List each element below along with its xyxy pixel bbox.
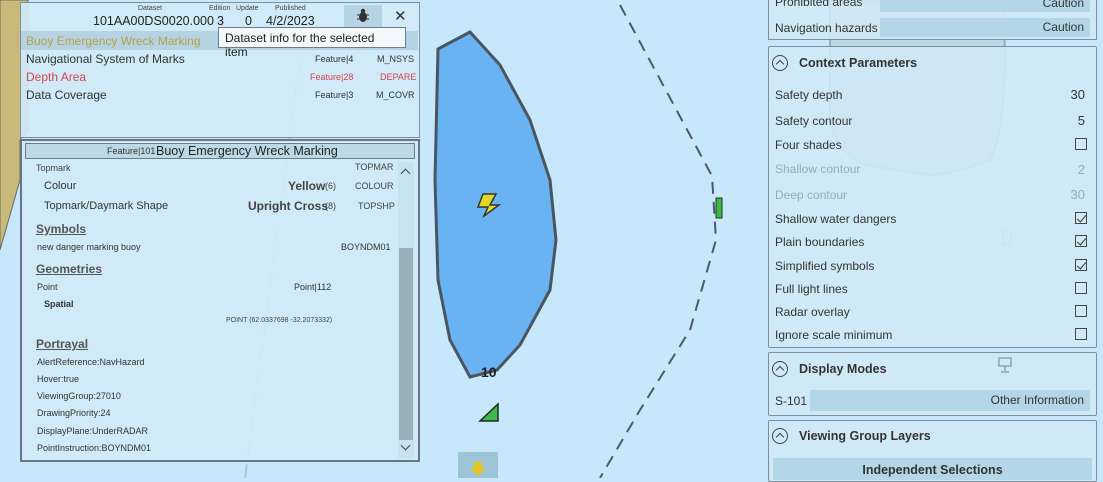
simplified-symbols-checkbox[interactable]: [1075, 259, 1087, 271]
safety-contour-label: Safety contour: [775, 114, 853, 128]
published-value: 4/2/2023: [266, 14, 315, 28]
feature-list-item-code: DEPARE: [380, 72, 417, 82]
navigation-hazards-select[interactable]: Caution: [880, 18, 1090, 37]
symbols-heading: Symbols: [36, 222, 87, 236]
scrollbar-thumb[interactable]: [399, 248, 413, 440]
topmark-label: Topmark: [36, 163, 71, 173]
light-marker: [715, 197, 723, 219]
navigation-hazards-value: Caution: [1042, 20, 1084, 34]
prohibited-areas-label: Prohibited areas: [775, 0, 863, 9]
display-modes-title: Display Modes: [799, 362, 887, 376]
feature-list-item-name[interactable]: Data Coverage: [26, 88, 107, 102]
symbol-code: BOYNDM01: [341, 242, 391, 252]
portrayal-item: AlertReference:NavHazard: [37, 357, 145, 367]
viewing-group-layers-title: Viewing Group Layers: [799, 429, 931, 443]
topmark-code: TOPMAR: [355, 162, 394, 172]
detail-title: Buoy Emergency Wreck Marking: [156, 144, 338, 158]
context-parameters-title: Context Parameters: [799, 56, 918, 70]
four-shades-checkbox[interactable]: [1075, 138, 1087, 150]
shape-value: Upright Cross: [248, 199, 329, 213]
portrayal-item: Hover:true: [37, 374, 80, 384]
shallow-water-dangers-label: Shallow water dangers: [775, 212, 897, 226]
dataset-label: Dataset: [138, 5, 163, 12]
tooltip: Dataset info for the selected item: [218, 27, 406, 59]
sounding-label: 10: [481, 364, 497, 380]
safety-depth-value[interactable]: 30: [1071, 87, 1085, 102]
deep-contour-label: Deep contour: [775, 188, 848, 202]
point-label: Point: [37, 282, 58, 292]
feature-list-item-code: M_NSYS: [377, 54, 415, 64]
collapse-context-icon[interactable]: [772, 55, 788, 71]
edition-label: Edition: [209, 5, 231, 12]
feature-list-item-id: Feature|3: [315, 90, 354, 100]
shallow-water-dangers-checkbox[interactable]: [1075, 212, 1087, 224]
dataset-value: 101AA00DS0020.000: [93, 14, 214, 28]
portrayal-item: PointInstruction:BOYNDM01: [37, 443, 152, 453]
beacon-triangle-icon: [478, 402, 499, 422]
plain-boundaries-label: Plain boundaries: [775, 235, 865, 249]
symbol-desc: new danger marking buoy: [37, 242, 141, 252]
close-button[interactable]: ✕: [394, 7, 407, 25]
spatial-label: Spatial: [44, 299, 74, 309]
simplified-symbols-label: Simplified symbols: [775, 259, 875, 273]
deep-contour-value: 30: [1070, 187, 1085, 202]
bug-button[interactable]: [344, 5, 382, 27]
edition-value: 3: [217, 14, 224, 28]
plain-boundaries-checkbox[interactable]: [1075, 235, 1087, 247]
feature-list-item-name[interactable]: Depth Area: [26, 70, 86, 84]
ignore-scale-minimum-checkbox[interactable]: [1075, 328, 1087, 340]
update-value: 0: [245, 14, 252, 28]
published-label: Published: [275, 5, 306, 12]
portrayal-item: ViewingGroup:27010: [37, 391, 121, 401]
four-shades-label: Four shades: [775, 138, 842, 152]
point-coords: POINT (62.0337698 -32.2073332): [226, 317, 333, 324]
bug-icon: [357, 8, 369, 22]
radar-overlay-checkbox[interactable]: [1075, 305, 1087, 317]
scroll-up-icon[interactable]: [400, 168, 411, 179]
collapse-display-modes-icon[interactable]: [772, 361, 788, 377]
point-value: Point|112: [294, 282, 332, 292]
shape-label: Topmark/Daymark Shape: [44, 200, 169, 212]
collapse-viewing-groups-icon[interactable]: [772, 428, 788, 444]
radar-overlay-label: Radar overlay: [775, 305, 850, 319]
display-mode-value: Other Information: [990, 393, 1084, 407]
shape-code: TOPSHP: [358, 201, 395, 211]
detail-feature-id: Feature|101: [107, 146, 156, 156]
standard-label: S-101: [775, 394, 808, 408]
monitor-icon: [998, 357, 1012, 373]
portrayal-heading: Portrayal: [36, 337, 89, 351]
shallow-contour-value: 2: [1077, 162, 1085, 177]
safety-depth-label: Safety depth: [775, 88, 843, 102]
geometries-heading: Geometries: [36, 262, 103, 276]
detail-scrollbar[interactable]: [398, 162, 414, 458]
prohibited-areas-select[interactable]: Caution: [880, 0, 1090, 12]
colour-label: Colour: [44, 180, 77, 192]
close-icon: ✕: [394, 8, 407, 25]
independent-selections-label: Independent Selections: [862, 463, 1003, 477]
independent-selections-button[interactable]: Independent Selections: [773, 458, 1092, 480]
feature-list-item-id: Feature|4: [315, 54, 354, 64]
depth-contour-dashed: [599, 4, 718, 478]
feature-list-item-code: M_COVR: [376, 90, 415, 100]
colour-code: COLOUR: [355, 181, 394, 191]
scroll-down-icon[interactable]: [400, 440, 411, 451]
portrayal-item: DisplayPlane:UnderRADAR: [37, 426, 149, 436]
colour-value: Yellow: [288, 179, 326, 193]
navigation-hazards-label: Navigation hazards: [775, 21, 878, 35]
shallow-contour-label: Shallow contour: [775, 162, 861, 176]
portrayal-item: DrawingPriority:24: [37, 408, 111, 418]
feature-list-item-id: Feature|28: [310, 72, 354, 82]
prohibited-areas-value: Caution: [1042, 0, 1084, 10]
full-light-lines-checkbox[interactable]: [1075, 282, 1087, 294]
colour-num: (6): [325, 181, 336, 191]
feature-list-item-name[interactable]: Buoy Emergency Wreck Marking: [26, 34, 201, 48]
full-light-lines-label: Full light lines: [775, 282, 848, 296]
display-mode-select[interactable]: Other Information: [810, 390, 1090, 411]
safety-contour-value[interactable]: 5: [1078, 113, 1085, 128]
feature-list-item-name[interactable]: Navigational System of Marks: [26, 52, 185, 66]
shape-num: (8): [325, 201, 336, 211]
ignore-scale-minimum-label: Ignore scale minimum: [775, 328, 893, 342]
update-label: Update: [236, 5, 259, 12]
